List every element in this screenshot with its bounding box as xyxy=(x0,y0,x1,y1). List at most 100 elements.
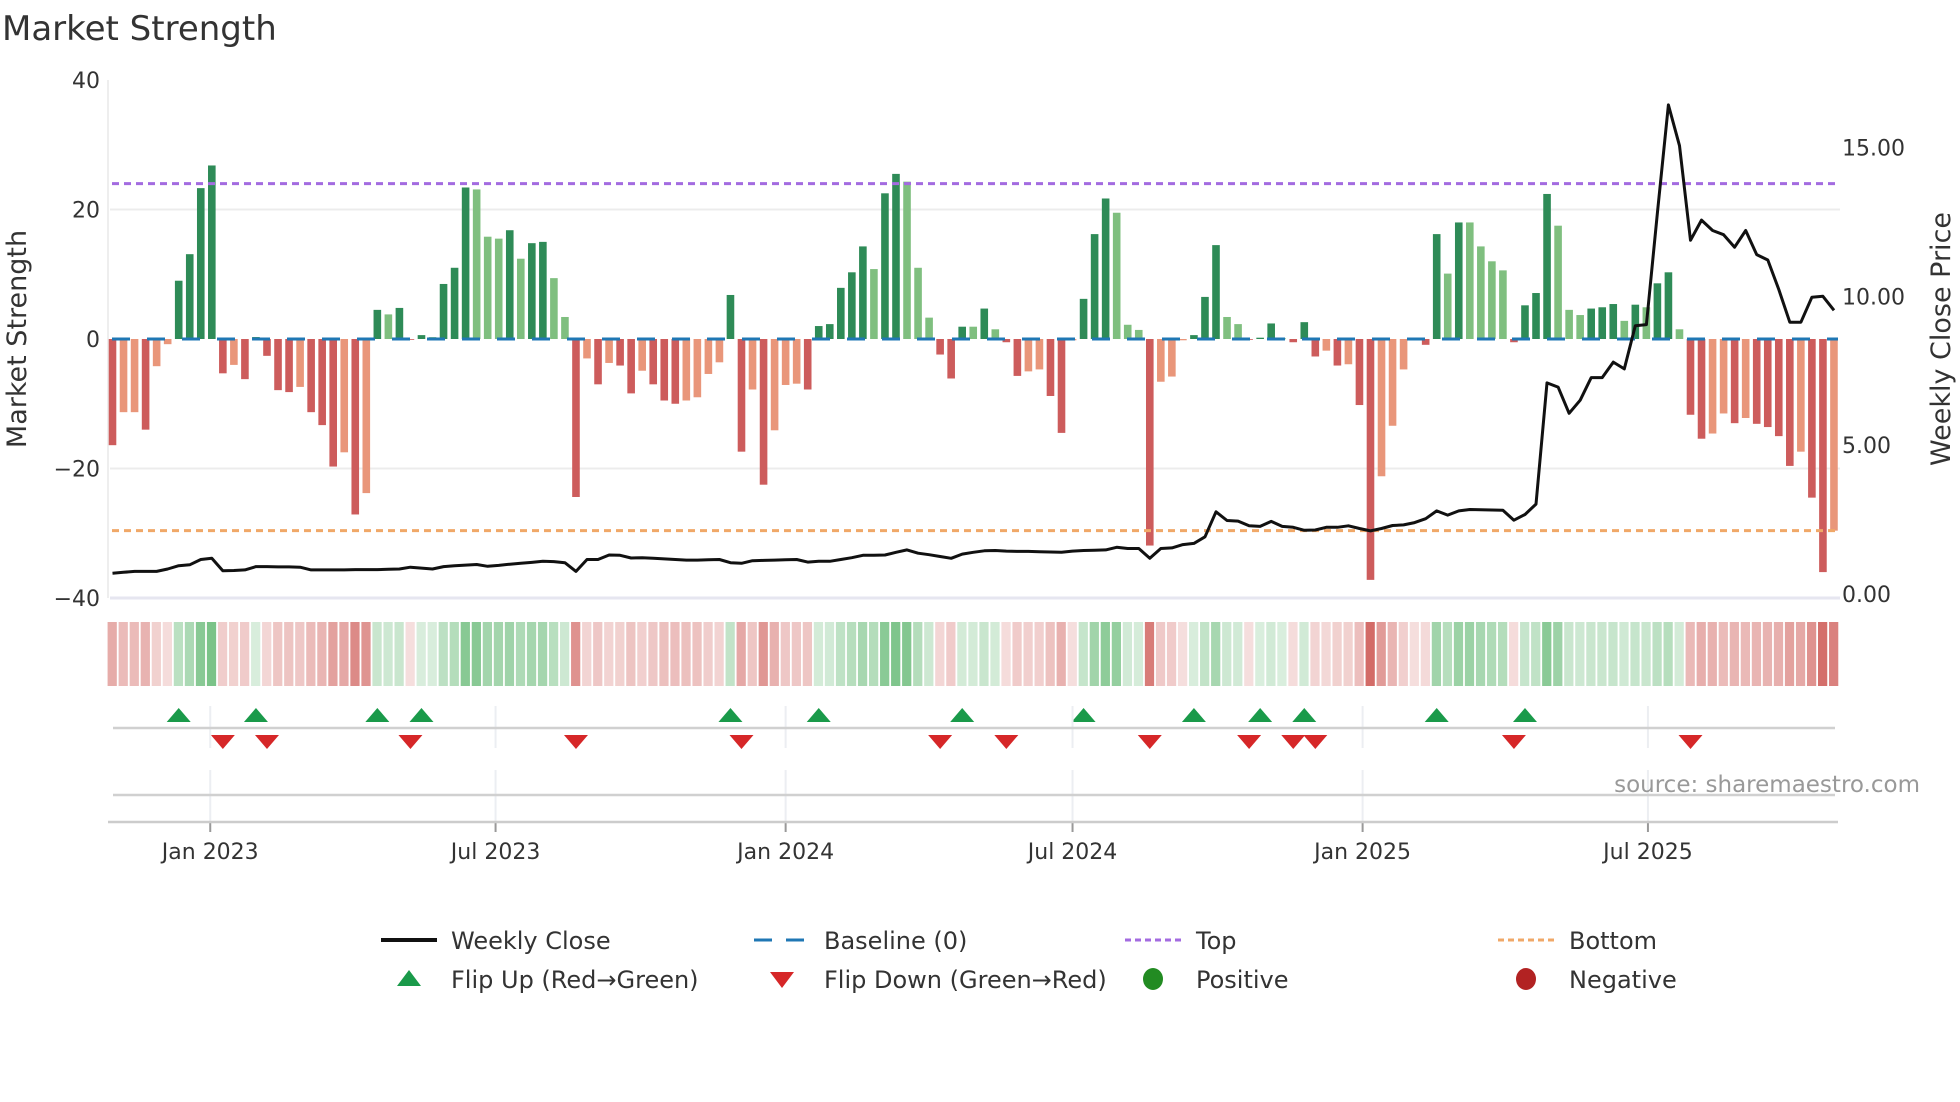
legend-label: Baseline (0) xyxy=(824,927,967,955)
heat-cell xyxy=(1553,622,1563,686)
strength-bar xyxy=(494,238,503,339)
strength-bar xyxy=(605,339,613,363)
strength-bar xyxy=(903,181,911,339)
heat-cell xyxy=(1829,622,1839,686)
strength-bar xyxy=(230,339,238,365)
heat-cell xyxy=(416,622,426,686)
flip-up-marker xyxy=(1248,708,1273,722)
flip-down-marker xyxy=(729,735,754,749)
strength-bar xyxy=(1079,298,1088,339)
heat-cell xyxy=(537,622,548,686)
flip-up-marker xyxy=(409,708,434,722)
strength-bar xyxy=(141,339,150,430)
strength-bar xyxy=(1488,261,1496,339)
heat-cell xyxy=(427,622,437,686)
strength-bar xyxy=(329,339,337,467)
heat-cell xyxy=(460,622,470,686)
strength-bar xyxy=(704,339,713,374)
strength-bar xyxy=(1443,273,1452,339)
strength-bar xyxy=(1090,234,1099,339)
heat-cell xyxy=(935,622,945,686)
flip-up-marker xyxy=(718,708,743,722)
heat-cell xyxy=(670,622,680,686)
strength-bar xyxy=(1344,339,1353,365)
axes: Jan 2023 Jul 2023 Jan 2024 Jul 2024 Jan 2025… xyxy=(54,69,1905,865)
strength-bar xyxy=(1576,315,1584,339)
heat-cell xyxy=(979,622,989,686)
legend-item: Baseline (0) xyxy=(754,927,967,955)
strength-bar xyxy=(627,339,635,394)
flip-up-marker xyxy=(1512,708,1537,722)
heat-cell xyxy=(1266,622,1276,686)
heat-cell xyxy=(1729,622,1739,686)
heat-cell xyxy=(637,622,647,686)
heat-cell xyxy=(493,622,504,686)
strength-bar xyxy=(1774,339,1783,437)
heat-cell xyxy=(1542,622,1552,686)
heat-cell xyxy=(1111,622,1122,686)
heat-cell xyxy=(162,622,172,686)
heat-cell xyxy=(1189,622,1199,686)
heat-cell xyxy=(1133,622,1144,686)
x-tick-label: Jul 2025 xyxy=(1601,840,1693,865)
heat-cell xyxy=(284,622,294,686)
strength-bar xyxy=(1013,339,1022,376)
heat-cell xyxy=(1685,622,1695,686)
x-tick-label: Jan 2025 xyxy=(1312,840,1411,865)
heat-cell xyxy=(1211,622,1221,686)
strength-bar xyxy=(1565,309,1573,339)
strength-bar xyxy=(781,339,790,385)
strength-bar xyxy=(1786,339,1794,466)
strength-bar xyxy=(803,339,812,390)
y-tick-label-right: 5.00 xyxy=(1842,434,1891,459)
flip-up-marker xyxy=(243,708,268,722)
heat-cell xyxy=(1641,622,1651,686)
heat-cell xyxy=(1067,622,1077,686)
flip-down-marker xyxy=(1237,735,1262,749)
strength-bar xyxy=(1024,339,1033,372)
legend-label: Negative xyxy=(1569,966,1677,994)
strength-bar xyxy=(1101,198,1110,339)
legend-item: Positive xyxy=(1143,966,1289,994)
flip-down-marker xyxy=(1281,735,1306,749)
heat-cell xyxy=(1244,622,1254,686)
strength-bar xyxy=(792,339,801,384)
heat-cell xyxy=(295,622,305,686)
heat-cell xyxy=(1619,622,1629,686)
heat-cell xyxy=(1288,622,1298,686)
strength-bar xyxy=(1046,339,1055,396)
strength-bar xyxy=(296,339,304,387)
heat-cell xyxy=(703,622,713,686)
flip-down-marker xyxy=(994,735,1019,749)
strength-bar xyxy=(439,283,448,339)
heat-cell xyxy=(769,622,779,686)
strength-bar xyxy=(152,339,161,367)
strength-bar xyxy=(1267,323,1275,339)
strength-bar xyxy=(516,258,525,339)
heat-cell xyxy=(1773,622,1784,686)
flip-up-marker xyxy=(1181,708,1206,722)
legend-item: Top xyxy=(1125,927,1237,955)
heat-cell xyxy=(957,622,967,686)
heat-cell xyxy=(1045,622,1055,686)
strength-bar xyxy=(561,316,569,339)
heat-cell xyxy=(1442,622,1453,686)
flip-down-marker xyxy=(210,735,235,749)
heat-cell xyxy=(681,622,691,686)
strength-bar xyxy=(947,339,955,379)
heat-cell xyxy=(526,622,537,686)
strength-bar xyxy=(1057,339,1066,433)
heat-cell xyxy=(968,622,978,686)
flip-up-marker xyxy=(1071,708,1096,722)
strength-bar xyxy=(892,173,900,339)
strength-bar xyxy=(594,339,602,385)
strength-bar xyxy=(958,326,966,339)
strength-bar xyxy=(1179,339,1187,341)
strength-bar xyxy=(108,339,117,446)
strength-bar xyxy=(395,307,404,339)
legend-label: Bottom xyxy=(1569,927,1657,955)
heat-cell xyxy=(251,622,261,686)
strength-bar xyxy=(1123,324,1132,339)
heat-cell xyxy=(747,622,757,686)
legend-label: Top xyxy=(1195,927,1237,955)
